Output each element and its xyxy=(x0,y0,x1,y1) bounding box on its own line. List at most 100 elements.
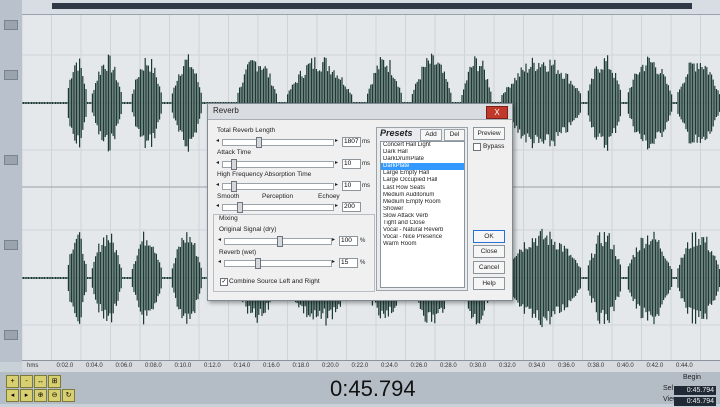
preset-item[interactable]: DarkDrumPlate xyxy=(381,156,464,163)
ruler-tick-label: 0:40.0 xyxy=(617,363,634,369)
perception-smooth-label: Smooth xyxy=(217,193,240,200)
ruler-tick-label: 0:10.0 xyxy=(174,363,192,369)
bypass-checkbox[interactable] xyxy=(473,143,481,151)
scrollbar-thumb[interactable] xyxy=(52,3,692,9)
total-reverb-length-field[interactable]: 1807 xyxy=(342,137,361,147)
ruler-tick-label: hms xyxy=(27,363,39,369)
zoom-left-icon[interactable]: ◂ xyxy=(6,389,19,402)
close-icon[interactable]: X xyxy=(486,106,508,119)
ok-button[interactable]: OK xyxy=(473,230,505,243)
strip-handle[interactable] xyxy=(4,240,18,250)
slider-right-arrow-icon[interactable]: ▸ xyxy=(334,203,339,210)
slider-thumb[interactable] xyxy=(237,202,243,213)
left-toolbar-strip xyxy=(0,0,23,362)
unit-ms: ms xyxy=(362,183,370,189)
reverb-wet-slider[interactable] xyxy=(224,258,332,269)
zoom-right-icon[interactable]: ▸ xyxy=(20,389,33,402)
dialog-titlebar[interactable]: Reverb X xyxy=(208,104,512,120)
slider-right-arrow-icon[interactable]: ▸ xyxy=(334,182,339,189)
zoom-in-icon[interactable]: + xyxy=(6,375,19,388)
preset-item[interactable]: Dark Hall xyxy=(381,149,464,156)
zoom-out-icon[interactable]: - xyxy=(20,375,33,388)
preset-item[interactable]: Warm Room xyxy=(381,241,464,248)
attack-time-field[interactable]: 10 xyxy=(342,159,361,169)
zoom-full-icon[interactable]: ↔ xyxy=(34,375,47,388)
original-signal-field[interactable]: 100 xyxy=(339,236,358,246)
sel-begin-field[interactable]: 0:45.794 xyxy=(674,386,716,395)
preset-item[interactable]: Medium Empty Room xyxy=(381,199,464,206)
perception-slider[interactable] xyxy=(222,202,334,213)
strip-handle[interactable] xyxy=(4,330,18,340)
slider-thumb[interactable] xyxy=(231,159,237,170)
preset-item[interactable]: Large Empty Hall xyxy=(381,170,464,177)
combine-checkbox[interactable]: ✓ xyxy=(220,278,228,286)
ruler-tick-label: 0:42.0 xyxy=(646,363,664,369)
ruler-tick-label: 0:36.0 xyxy=(558,363,575,369)
presets-list[interactable]: Concert Hall Light Dark Hall DarkDrumPlate… xyxy=(380,141,465,288)
preset-del-button[interactable]: Del xyxy=(444,129,465,141)
preset-item[interactable]: Vocal - Natural Reverb xyxy=(381,227,464,234)
preset-item[interactable]: Vocal - Nice Presence xyxy=(381,234,464,241)
preset-item[interactable]: Concert Hall Light xyxy=(381,142,464,149)
horizontal-scrollbar[interactable] xyxy=(22,0,720,15)
slider-thumb[interactable] xyxy=(231,181,237,192)
unit-ms: ms xyxy=(362,161,370,167)
zoom-selection-icon[interactable]: ⊞ xyxy=(48,375,61,388)
ruler-tick-label: 0:02.0 xyxy=(56,363,74,369)
ruler-tick-label: 0:32.0 xyxy=(499,363,516,369)
total-reverb-length-slider[interactable] xyxy=(222,137,334,148)
slider-left-arrow-icon[interactable]: ◂ xyxy=(217,259,222,266)
slider-right-arrow-icon[interactable]: ▸ xyxy=(334,138,339,145)
preset-item[interactable]: Tight and Close xyxy=(381,220,464,227)
ruler-tick-label: 0:34.0 xyxy=(528,363,546,369)
preset-item[interactable]: Slow Attack Verb xyxy=(381,213,464,220)
strip-handle[interactable] xyxy=(4,155,18,165)
ruler-tick-label: 0:38.0 xyxy=(587,363,605,369)
preset-item[interactable]: Medium Auditorium xyxy=(381,192,464,199)
ruler-tick-label: 0:16.0 xyxy=(263,363,280,369)
cancel-button[interactable]: Cancel xyxy=(473,261,505,274)
reverb-wet-label: Reverb (wet) xyxy=(219,249,257,256)
preview-button[interactable]: Preview xyxy=(473,127,505,140)
preset-item[interactable]: Shower xyxy=(381,206,464,213)
strip-handle[interactable] xyxy=(4,20,18,30)
slider-right-arrow-icon[interactable]: ▸ xyxy=(331,259,336,266)
hf-absorption-field[interactable]: 10 xyxy=(342,181,361,191)
dialog-title: Reverb xyxy=(213,106,239,115)
hf-absorption-slider[interactable] xyxy=(222,181,334,192)
slider-thumb[interactable] xyxy=(256,137,262,148)
slider-thumb[interactable] xyxy=(277,236,283,247)
unit-percent: % xyxy=(360,260,366,266)
slider-right-arrow-icon[interactable]: ▸ xyxy=(331,237,336,244)
zoom-vertical-out-icon[interactable]: ⊖ xyxy=(48,389,61,402)
slider-left-arrow-icon[interactable]: ◂ xyxy=(217,237,222,244)
ruler-tick-label: 0:22.0 xyxy=(351,363,369,369)
bypass-label: Bypass xyxy=(483,143,505,150)
view-begin-field[interactable]: 0:45.794 xyxy=(674,397,716,406)
slider-left-arrow-icon[interactable]: ◂ xyxy=(215,182,220,189)
slider-thumb[interactable] xyxy=(255,258,261,269)
reverb-wet-field[interactable]: 15 xyxy=(339,258,358,268)
strip-handle[interactable] xyxy=(4,70,18,80)
preset-item[interactable]: DarkPlate xyxy=(381,163,464,171)
help-button[interactable]: Help xyxy=(473,277,505,290)
ruler-tick-label: 0:30.0 xyxy=(469,363,487,369)
attack-time-slider[interactable] xyxy=(222,159,334,170)
slider-left-arrow-icon[interactable]: ◂ xyxy=(215,203,220,210)
slider-right-arrow-icon[interactable]: ▸ xyxy=(334,160,339,167)
original-signal-slider[interactable] xyxy=(224,236,332,247)
unit-percent: % xyxy=(360,238,366,244)
slider-left-arrow-icon[interactable]: ◂ xyxy=(215,138,220,145)
close-button[interactable]: Close xyxy=(473,245,505,258)
perception-label: Perception xyxy=(262,193,294,200)
zoom-vertical-in-icon[interactable]: ⊕ xyxy=(34,389,47,402)
attack-time-label: Attack Time xyxy=(217,149,251,156)
preset-item[interactable]: Last Row Seats xyxy=(381,185,464,192)
total-reverb-length-label: Total Reverb Length xyxy=(217,127,276,134)
slider-left-arrow-icon[interactable]: ◂ xyxy=(215,160,220,167)
unit-ms: ms xyxy=(362,139,370,145)
preset-add-button[interactable]: Add xyxy=(420,129,442,141)
perception-field[interactable]: 200 xyxy=(342,202,361,212)
zoom-reset-icon[interactable]: ↻ xyxy=(62,389,75,402)
preset-item[interactable]: Large Occupied Hall xyxy=(381,177,464,184)
